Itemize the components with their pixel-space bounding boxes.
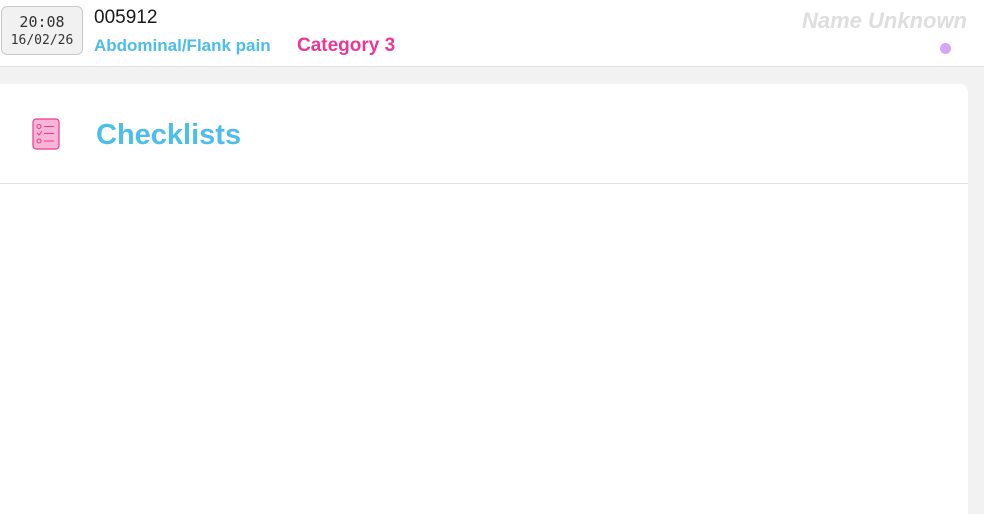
clock-date: 16/02/26 [10, 32, 74, 48]
clock-time: 20:08 [19, 12, 65, 31]
clock-button[interactable]: 20:08 16/02/26 [1, 6, 83, 55]
chief-complaint: Abdominal/Flank pain [94, 36, 271, 55]
top-bar: 20:08 16/02/26 005912 Abdominal/Flank pa… [0, 0, 984, 67]
panel-header: Checklists [0, 84, 968, 184]
status-indicator [940, 43, 951, 54]
checklist-icon [32, 118, 60, 150]
checklists-panel: Checklists [0, 84, 968, 514]
incident-id: 005912 [94, 7, 158, 28]
patient-name[interactable]: Name Unknown [802, 8, 967, 34]
category-label: Category 3 [297, 35, 396, 56]
panel-title: Checklists [96, 119, 242, 151]
